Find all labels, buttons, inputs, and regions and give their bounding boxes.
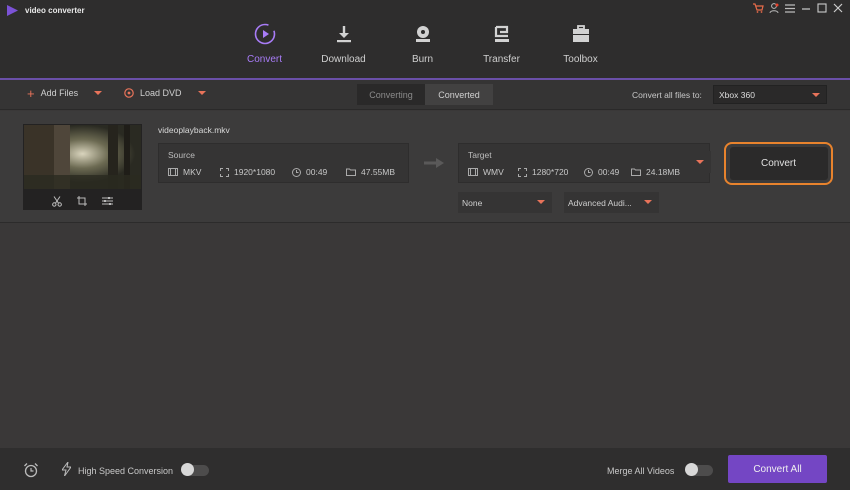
target-format: WMV bbox=[468, 167, 518, 177]
arrow-right-icon bbox=[424, 158, 444, 168]
close-icon[interactable] bbox=[832, 2, 844, 14]
tab-converting[interactable]: Converting bbox=[357, 84, 425, 105]
source-resolution: 1920*1080 bbox=[220, 167, 292, 177]
target-duration-value: 00:49 bbox=[598, 167, 620, 177]
source-format-value: MKV bbox=[183, 167, 202, 177]
menu-icon[interactable] bbox=[784, 2, 796, 14]
tab-convert[interactable]: Convert bbox=[225, 20, 304, 80]
film-icon bbox=[468, 168, 478, 176]
tab-convert-label: Convert bbox=[246, 54, 282, 65]
high-speed-label: High Speed Conversion bbox=[78, 466, 174, 476]
tab-download[interactable]: Download bbox=[304, 20, 383, 80]
tab-toolbox[interactable]: Toolbox bbox=[541, 20, 620, 80]
convert-all-to-label: Convert all files to: bbox=[632, 90, 702, 100]
load-dvd-dropdown-icon[interactable] bbox=[197, 91, 206, 95]
clock-icon bbox=[584, 167, 593, 177]
resolution-icon bbox=[518, 167, 527, 177]
folder-icon bbox=[631, 168, 641, 176]
maximize-icon[interactable] bbox=[816, 2, 828, 14]
target-label: Target bbox=[468, 150, 492, 160]
convert-button[interactable]: Convert bbox=[724, 142, 833, 185]
dvd-icon bbox=[124, 88, 134, 98]
tab-burn[interactable]: Burn bbox=[383, 20, 462, 80]
output-format-select[interactable]: Xbox 360 bbox=[713, 85, 827, 104]
audio-select[interactable]: Advanced Audi... bbox=[564, 192, 659, 213]
chevron-down-icon bbox=[696, 160, 704, 164]
load-dvd-label: Load DVD bbox=[140, 88, 182, 98]
disc-burn-icon bbox=[412, 23, 434, 45]
minimize-icon[interactable] bbox=[800, 2, 812, 14]
chevron-down-icon bbox=[537, 200, 545, 204]
target-info: Target WMV 1280*720 00:49 24.18MB bbox=[458, 143, 710, 183]
subtitle-select[interactable]: None bbox=[458, 192, 552, 213]
tab-transfer-label: Transfer bbox=[483, 54, 520, 65]
tab-toolbox-label: Toolbox bbox=[563, 54, 598, 65]
alarm-clock-icon[interactable] bbox=[23, 462, 39, 478]
status-switch: Converting Converted bbox=[357, 84, 493, 105]
source-size-value: 47.55MB bbox=[361, 167, 396, 177]
download-icon bbox=[333, 23, 355, 45]
bottom-bar: High Speed Conversion Merge All Videos C… bbox=[0, 448, 850, 490]
toolbar: + Add Files Load DVD Converting Converte… bbox=[0, 80, 850, 110]
scissors-icon[interactable] bbox=[52, 195, 62, 207]
plus-icon: + bbox=[27, 85, 35, 101]
source-format: MKV bbox=[168, 167, 220, 177]
source-resolution-value: 1920*1080 bbox=[234, 167, 276, 177]
window-controls bbox=[752, 2, 844, 14]
tab-burn-label: Burn bbox=[411, 54, 434, 65]
folder-icon bbox=[346, 168, 356, 176]
cart-icon[interactable] bbox=[752, 2, 764, 14]
thumbnail-image[interactable] bbox=[24, 125, 141, 189]
target-format-value: WMV bbox=[483, 167, 504, 177]
target-size: 24.18MB bbox=[631, 167, 680, 177]
source-duration: 00:49 bbox=[292, 167, 346, 177]
clock-icon bbox=[292, 167, 301, 177]
target-resolution-value: 1280*720 bbox=[532, 167, 569, 177]
tab-transfer[interactable]: Transfer bbox=[462, 20, 541, 80]
merge-videos-label: Merge All Videos bbox=[607, 466, 675, 476]
subtitle-select-value: None bbox=[462, 197, 483, 208]
high-speed-toggle[interactable] bbox=[181, 463, 209, 476]
convert-button-label: Convert bbox=[729, 147, 828, 180]
tab-download-label: Download bbox=[321, 54, 366, 65]
thumbnail-tools bbox=[23, 192, 142, 210]
adjust-icon[interactable] bbox=[102, 196, 113, 206]
chevron-down-icon bbox=[812, 93, 820, 97]
load-dvd-button[interactable]: Load DVD bbox=[124, 88, 206, 98]
film-icon bbox=[168, 168, 178, 176]
main-tabs: Convert Download Burn Transfer Toolbox bbox=[225, 20, 620, 80]
source-size: 47.55MB bbox=[346, 167, 395, 177]
app-title: video converter bbox=[25, 6, 85, 15]
source-label: Source bbox=[168, 150, 195, 160]
app-logo-icon bbox=[7, 5, 18, 16]
target-duration: 00:49 bbox=[584, 167, 631, 177]
user-icon[interactable] bbox=[768, 2, 780, 14]
audio-select-value: Advanced Audi... bbox=[568, 197, 632, 208]
target-size-value: 24.18MB bbox=[646, 167, 681, 177]
merge-videos-toggle[interactable] bbox=[685, 463, 713, 476]
title-bar: video converter Convert Download Burn Tr… bbox=[0, 0, 850, 80]
source-meta: MKV 1920*1080 00:49 47.55MB bbox=[168, 167, 395, 177]
file-name: videoplayback.mkv bbox=[158, 125, 230, 135]
source-info: Source MKV 1920*1080 00:49 47.55MB bbox=[158, 143, 409, 183]
chevron-down-icon bbox=[644, 200, 652, 204]
target-meta: WMV 1280*720 00:49 24.18MB bbox=[468, 167, 680, 177]
lightning-icon bbox=[62, 462, 71, 476]
add-files-label: Add Files bbox=[40, 88, 79, 98]
output-format-value: Xbox 360 bbox=[719, 89, 755, 100]
tab-converted[interactable]: Converted bbox=[425, 84, 493, 105]
target-resolution: 1280*720 bbox=[518, 167, 584, 177]
add-files-dropdown-icon[interactable] bbox=[94, 91, 103, 95]
toolbox-icon bbox=[570, 23, 592, 45]
file-row: videoplayback.mkv Source MKV 1920*1080 0… bbox=[0, 111, 850, 223]
source-duration-value: 00:49 bbox=[306, 167, 328, 177]
convert-all-button[interactable]: Convert All bbox=[728, 455, 827, 483]
convert-icon bbox=[254, 23, 276, 45]
transfer-icon bbox=[491, 23, 513, 45]
crop-icon[interactable] bbox=[77, 196, 87, 206]
target-dropdown-button[interactable] bbox=[691, 151, 711, 173]
video-thumbnail bbox=[23, 124, 142, 210]
resolution-icon bbox=[220, 167, 229, 177]
add-files-button[interactable]: + Add Files bbox=[27, 85, 103, 101]
